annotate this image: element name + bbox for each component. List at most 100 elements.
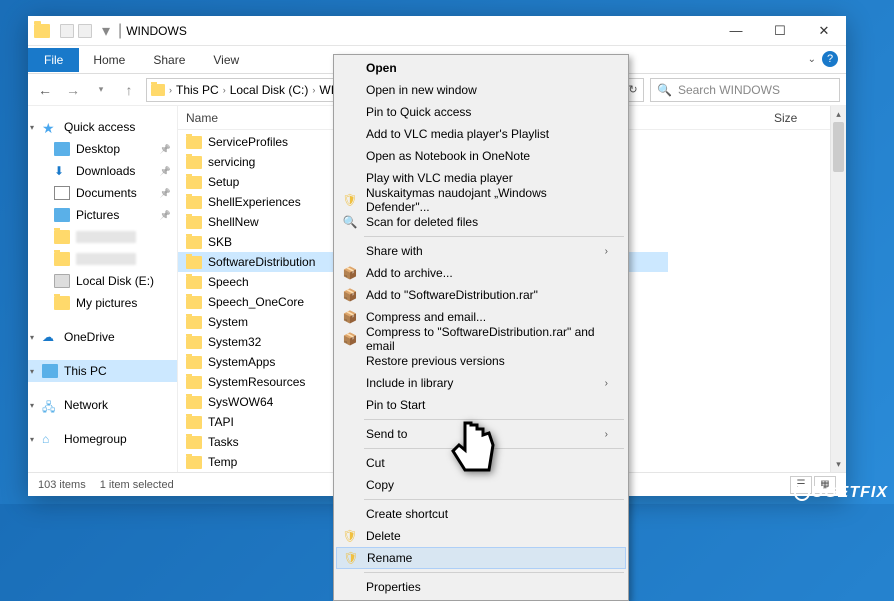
folder-icon [186,436,202,449]
cm-open[interactable]: Open [336,57,626,79]
nav-my-pictures[interactable]: My pictures [28,292,177,314]
file-name: SystemResources [208,375,305,389]
navigation-pane: ★Quick access Desktop ⬇Downloads Documen… [28,106,178,472]
cm-compress-rar-email[interactable]: 📦Compress to "SoftwareDistribution.rar" … [336,328,626,350]
nav-localdisk-e[interactable]: Local Disk (E:) [28,270,177,292]
file-name: System32 [208,335,261,349]
nav-this-pc[interactable]: This PC [28,360,177,382]
archive-icon: 📦 [342,309,358,325]
file-name: Setup [208,175,239,189]
back-button[interactable]: ← [34,79,56,101]
cm-open-new[interactable]: Open in new window [336,79,626,101]
help-icon[interactable]: ? [822,51,838,67]
nav-homegroup[interactable]: ⌂Homegroup [28,428,177,450]
minimize-button[interactable]: — [714,16,758,46]
cm-create-shortcut[interactable]: Create shortcut [336,503,626,525]
cm-copy[interactable]: Copy [336,474,626,496]
folder-icon [186,156,202,169]
file-name: SKB [208,235,232,249]
ribbon-expand-icon[interactable]: ⌄ [808,54,816,65]
context-menu: Open Open in new window Pin to Quick acc… [333,54,629,601]
scroll-thumb[interactable] [833,122,844,172]
breadcrumb-thispc[interactable]: This PC [174,83,221,97]
folder-icon [186,136,202,149]
file-name: ShellNew [208,215,259,229]
folder-icon [186,376,202,389]
cm-add-rar[interactable]: 📦Add to "SoftwareDistribution.rar" [336,284,626,306]
file-name: Speech [208,275,249,289]
nav-obscured1[interactable] [28,226,177,248]
folder-icon [186,416,202,429]
folder-icon [186,316,202,329]
qat-new-folder[interactable] [78,24,92,38]
cm-add-archive[interactable]: 📦Add to archive... [336,262,626,284]
cm-scan-deleted[interactable]: 🔍Scan for deleted files [336,211,626,233]
tab-share[interactable]: Share [139,48,199,72]
search-placeholder: Search WINDOWS [678,83,780,97]
nav-downloads[interactable]: ⬇Downloads [28,160,177,182]
nav-documents[interactable]: Documents [28,182,177,204]
file-name: System [208,315,248,329]
cm-pin-quick[interactable]: Pin to Quick access [336,101,626,123]
cm-defender[interactable]: 🛡Nuskaitymas naudojant „Windows Defender… [336,189,626,211]
nav-obscured2[interactable] [28,248,177,270]
file-name: SysWOW64 [208,395,273,409]
file-name: Speech_OneCore [208,295,304,309]
scroll-up-icon[interactable]: ▴ [831,106,846,122]
shield-icon: 🛡 [342,528,358,544]
file-name: ShellExperiences [208,195,301,209]
archive-icon: 📦 [342,331,358,347]
breadcrumb-localdisk[interactable]: Local Disk (C:) [228,83,311,97]
titlebar: ▾ | WINDOWS — ☐ ✕ [28,16,846,46]
scrollbar[interactable]: ▴ ▾ [830,106,846,472]
file-name: ServiceProfiles [208,135,288,149]
cm-vlc-playlist[interactable]: Add to VLC media player's Playlist [336,123,626,145]
tab-file[interactable]: File [28,48,79,72]
archive-icon: 📦 [342,287,358,303]
up-button[interactable]: ↑ [118,79,140,101]
chevron-right-icon[interactable]: › [223,85,226,95]
search-input[interactable]: 🔍 Search WINDOWS [650,78,840,102]
cm-send-to[interactable]: Send to› [336,423,626,445]
qat-properties[interactable] [60,24,74,38]
nav-desktop[interactable]: Desktop [28,138,177,160]
column-name[interactable]: Name [178,111,348,125]
cm-share-with[interactable]: Share with› [336,240,626,262]
nav-pictures[interactable]: Pictures [28,204,177,226]
shield-icon: 🛡 [343,550,359,566]
chevron-right-icon[interactable]: › [312,85,315,95]
folder-icon [186,296,202,309]
close-button[interactable]: ✕ [802,16,846,46]
cm-pin-start[interactable]: Pin to Start [336,394,626,416]
chevron-right-icon: › [605,246,608,257]
recent-dropdown[interactable]: ▾ [90,79,112,101]
folder-icon [186,396,202,409]
chevron-right-icon: › [605,378,608,389]
shield-icon: 🛡 [342,192,358,208]
nav-onedrive[interactable]: ☁OneDrive [28,326,177,348]
cm-delete[interactable]: 🛡Delete [336,525,626,547]
qat-caret[interactable]: ▾ [102,21,110,41]
maximize-button[interactable]: ☐ [758,16,802,46]
scroll-down-icon[interactable]: ▾ [831,456,846,472]
folder-icon [151,84,165,96]
cm-include-library[interactable]: Include in library› [336,372,626,394]
tab-home[interactable]: Home [79,48,139,72]
cm-rename[interactable]: 🛡Rename [336,547,626,569]
search-icon: 🔍 [657,83,672,97]
chevron-right-icon[interactable]: › [169,85,172,95]
folder-icon [186,336,202,349]
folder-icon [186,256,202,269]
cm-properties[interactable]: Properties [336,576,626,598]
folder-icon [186,216,202,229]
file-name: servicing [208,155,255,169]
status-count: 103 items [38,479,86,491]
cm-cut[interactable]: Cut [336,452,626,474]
cm-onenote[interactable]: Open as Notebook in OneNote [336,145,626,167]
cm-restore[interactable]: Restore previous versions [336,350,626,372]
nav-quick-access[interactable]: ★Quick access [28,116,177,138]
folder-icon [186,276,202,289]
forward-button[interactable]: → [62,79,84,101]
tab-view[interactable]: View [199,48,253,72]
nav-network[interactable]: 🖧Network [28,394,177,416]
